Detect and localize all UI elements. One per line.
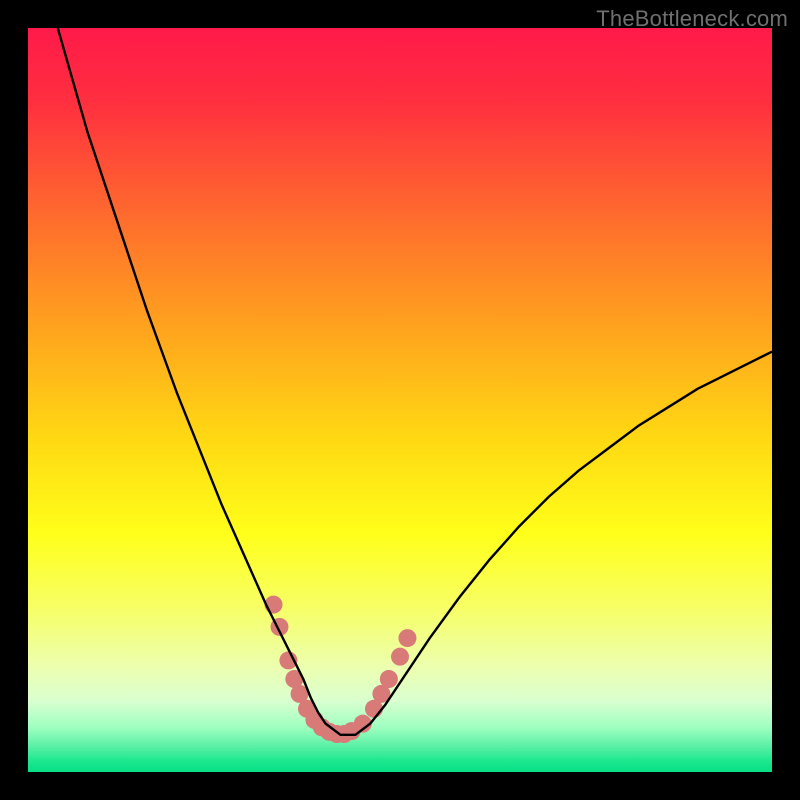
data-dot (391, 648, 409, 666)
chart-frame: TheBottleneck.com (0, 0, 800, 800)
plot-area (28, 28, 772, 772)
data-dot (398, 629, 416, 647)
watermark-text: TheBottleneck.com (596, 6, 788, 32)
chart-svg (28, 28, 772, 772)
data-dot (380, 670, 398, 688)
